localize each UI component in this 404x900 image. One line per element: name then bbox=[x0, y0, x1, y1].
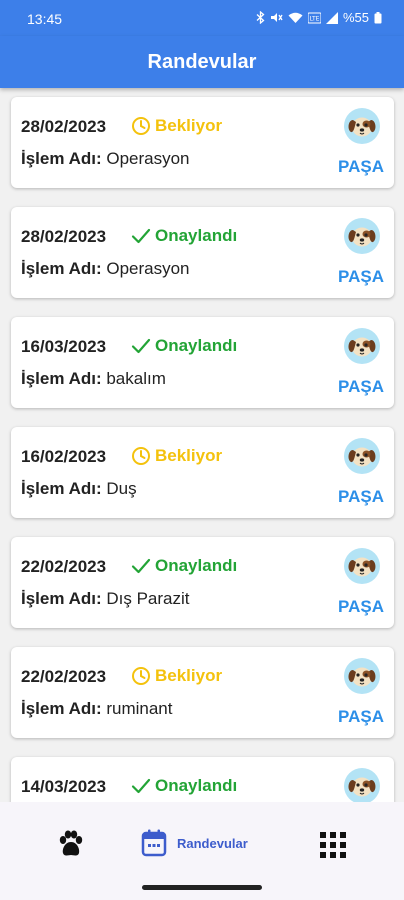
dog-avatar-icon bbox=[344, 548, 380, 584]
nav-appointments-label: Randevular bbox=[177, 835, 248, 851]
status-badge: Bekliyor bbox=[131, 116, 222, 136]
clock-icon bbox=[131, 116, 151, 136]
status-badge: Bekliyor bbox=[131, 666, 222, 686]
check-icon bbox=[131, 557, 151, 575]
app-bar: Randevular bbox=[0, 36, 404, 88]
operation-row: İşlem Adı: ruminant bbox=[21, 699, 172, 719]
clock-icon bbox=[131, 446, 151, 466]
operation-value: ruminant bbox=[106, 699, 173, 718]
appointment-date: 14/03/2023 bbox=[21, 777, 107, 796]
operation-value: Operasyon bbox=[106, 149, 190, 168]
appointment-card[interactable]: 22/02/2023 Onaylandı İşlem Adı: Dış Parazi… bbox=[11, 537, 394, 628]
dog-avatar-icon bbox=[344, 768, 380, 802]
pet-name[interactable]: PAŞA bbox=[338, 267, 384, 287]
nav-appointments-button[interactable]: Randevular bbox=[141, 829, 248, 857]
status-icons: LTE %55 bbox=[256, 10, 382, 25]
appointment-card[interactable]: 16/02/2023 Bekliyor İşlem Adı: Duş PAŞA bbox=[11, 427, 394, 518]
status-label: Onaylandı bbox=[155, 226, 238, 245]
operation-label: İşlem Adı: bbox=[21, 369, 102, 388]
status-bar: 13:45 LTE %55 bbox=[0, 0, 404, 36]
battery-icon bbox=[374, 11, 382, 23]
operation-label: İşlem Adı: bbox=[21, 259, 102, 278]
wifi-icon bbox=[288, 12, 303, 23]
operation-value: bakalım bbox=[106, 369, 166, 388]
operation-row: İşlem Adı: Dış Parazit bbox=[21, 589, 189, 609]
dog-avatar-icon bbox=[344, 108, 380, 144]
check-icon bbox=[131, 227, 151, 245]
paw-icon bbox=[59, 830, 83, 856]
operation-value: Operasyon bbox=[106, 259, 190, 278]
clock-icon bbox=[131, 666, 151, 686]
operation-row: İşlem Adı: Operasyon bbox=[21, 259, 190, 279]
calendar-icon bbox=[141, 829, 167, 857]
operation-value: Dış Parazit bbox=[106, 589, 190, 608]
operation-row: İşlem Adı: Operasyon bbox=[21, 149, 190, 169]
status-badge: Onaylandı bbox=[131, 336, 237, 356]
status-badge: Onaylandı bbox=[131, 226, 237, 246]
lte-icon: LTE bbox=[307, 12, 321, 23]
dog-avatar-icon bbox=[344, 438, 380, 474]
svg-text:LTE: LTE bbox=[309, 15, 319, 22]
status-label: Bekliyor bbox=[155, 666, 223, 685]
page-title: Randevular bbox=[147, 50, 257, 73]
dog-avatar-icon bbox=[344, 218, 380, 254]
check-icon bbox=[131, 337, 151, 355]
dog-avatar-icon bbox=[344, 328, 380, 364]
status-label: Onaylandı bbox=[155, 776, 238, 795]
status-badge: Bekliyor bbox=[131, 446, 222, 466]
status-badge: Onaylandı bbox=[131, 776, 237, 796]
appointment-date: 22/02/2023 bbox=[21, 557, 107, 576]
appointment-card[interactable]: 22/02/2023 Bekliyor İşlem Adı: ruminant PAŞ… bbox=[11, 647, 394, 738]
pet-name[interactable]: PAŞA bbox=[338, 487, 384, 507]
status-label: Onaylandı bbox=[155, 336, 238, 355]
appointment-date: 22/02/2023 bbox=[21, 667, 107, 686]
appointment-card[interactable]: 16/03/2023 Onaylandı İşlem Adı: bakalım PAŞ… bbox=[11, 317, 394, 408]
operation-label: İşlem Adı: bbox=[21, 699, 102, 718]
operation-value: Duş bbox=[106, 479, 137, 498]
operation-row: İşlem Adı: bakalım bbox=[21, 369, 166, 389]
dog-avatar-icon bbox=[344, 658, 380, 694]
nav-menu-button[interactable] bbox=[320, 832, 346, 863]
status-label: Onaylandı bbox=[155, 556, 238, 575]
pet-name[interactable]: PAŞA bbox=[338, 377, 384, 397]
check-icon bbox=[131, 777, 151, 795]
appointment-card[interactable]: 28/02/2023 Onaylandı İşlem Adı: Operasyon P… bbox=[11, 207, 394, 298]
appointment-date: 28/02/2023 bbox=[21, 117, 107, 136]
appointment-card[interactable]: 14/03/2023 Onaylandı bbox=[11, 757, 394, 802]
appointment-date: 16/03/2023 bbox=[21, 337, 107, 356]
operation-label: İşlem Adı: bbox=[21, 589, 102, 608]
appointment-card[interactable]: 28/02/2023 Bekliyor İşlem Adı: Operasyon PA… bbox=[11, 97, 394, 188]
status-label: Bekliyor bbox=[155, 446, 223, 465]
status-label: Bekliyor bbox=[155, 116, 223, 135]
pet-name[interactable]: PAŞA bbox=[338, 597, 384, 617]
bluetooth-icon bbox=[256, 11, 265, 24]
appointment-date: 28/02/2023 bbox=[21, 227, 107, 246]
home-indicator bbox=[142, 885, 262, 890]
nav-pets-button[interactable] bbox=[56, 829, 86, 864]
battery-percent: %55 bbox=[342, 10, 369, 25]
appointment-list[interactable]: 28/02/2023 Bekliyor İşlem Adı: Operasyon PA… bbox=[0, 88, 404, 802]
pet-name[interactable]: PAŞA bbox=[338, 157, 384, 177]
grid-icon bbox=[320, 832, 346, 858]
mute-icon bbox=[270, 13, 283, 22]
appointment-date: 16/02/2023 bbox=[21, 447, 107, 466]
operation-label: İşlem Adı: bbox=[21, 149, 102, 168]
operation-label: İşlem Adı: bbox=[21, 479, 102, 498]
signal-icon bbox=[325, 11, 338, 24]
pet-name[interactable]: PAŞA bbox=[338, 707, 384, 727]
operation-row: İşlem Adı: Duş bbox=[21, 479, 137, 499]
status-badge: Onaylandı bbox=[131, 556, 237, 576]
status-time: 13:45 bbox=[27, 11, 63, 27]
